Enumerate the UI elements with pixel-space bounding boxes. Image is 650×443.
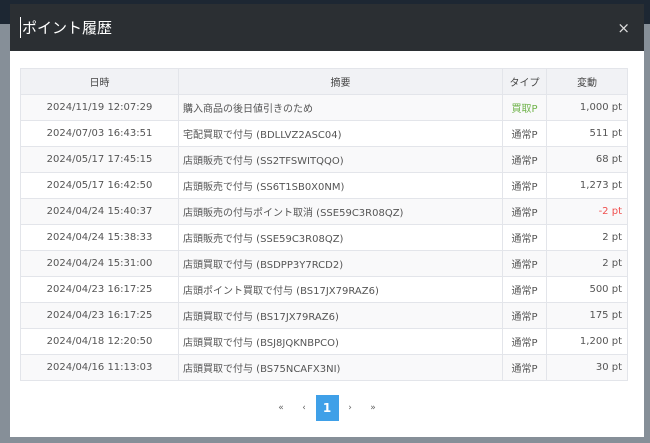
- summary-cell: 店頭販売の付与ポイント取消 (SSE59C3R08QZ): [178, 198, 503, 225]
- table-row: 2024/04/24 15:40:37 店頭販売の付与ポイント取消 (SSE59C…: [20, 198, 628, 225]
- date-cell: 2024/05/17 17:45:15: [20, 146, 179, 173]
- summary-cell: 店頭買取で付与 (BS17JX79RAZ6): [178, 302, 503, 329]
- date-cell: 2024/04/23 16:17:25: [20, 276, 179, 303]
- pagination: « ‹ 1 › »: [10, 395, 644, 421]
- summary-cell: 店頭販売で付与 (SS6T1SB0X0NM): [178, 172, 503, 199]
- table-row: 2024/04/24 15:31:00 店頭買取で付与 (BSDPP3Y7RCD2…: [20, 250, 628, 277]
- summary-cell: 購入商品の後日値引きのため: [178, 94, 503, 121]
- type-cell: 通常P: [502, 172, 547, 199]
- modal-header: ポイント履歴 ×: [10, 4, 644, 51]
- summary-cell: 宅配買取で付与 (BDLLVZ2ASC04): [178, 120, 503, 147]
- type-cell: 通常P: [502, 354, 547, 381]
- type-cell: 通常P: [502, 250, 547, 277]
- amount-cell: 30 pt: [546, 354, 628, 381]
- type-cell: 買取P: [502, 94, 547, 121]
- type-cell: 通常P: [502, 198, 547, 225]
- date-cell: 2024/04/24 15:31:00: [20, 250, 179, 277]
- point-history-modal: ポイント履歴 × 日時 摘要 タイプ 変動 2024/11/19 12:07:2…: [10, 4, 644, 437]
- point-history-table: 日時 摘要 タイプ 変動 2024/11/19 12:07:29 購入商品の後日値…: [20, 68, 628, 381]
- column-header-summary: 摘要: [178, 68, 503, 95]
- type-cell: 通常P: [502, 146, 547, 173]
- next-page-button[interactable]: ›: [339, 395, 362, 421]
- amount-cell: 175 pt: [546, 302, 628, 329]
- table-row: 2024/04/23 16:17:25 店頭買取で付与 (BS17JX79RAZ6…: [20, 302, 628, 329]
- amount-cell: 1,273 pt: [546, 172, 628, 199]
- date-cell: 2024/07/03 16:43:51: [20, 120, 179, 147]
- type-cell: 通常P: [502, 120, 547, 147]
- type-cell: 通常P: [502, 224, 547, 251]
- summary-cell: 店頭販売で付与 (SS2TFSWITQQO): [178, 146, 503, 173]
- summary-cell: 店頭ポイント買取で付与 (BS17JX79RAZ6): [178, 276, 503, 303]
- date-cell: 2024/04/23 16:17:25: [20, 302, 179, 329]
- table-row: 2024/05/17 16:42:50 店頭販売で付与 (SS6T1SB0X0NM…: [20, 172, 628, 199]
- amount-cell: 68 pt: [546, 146, 628, 173]
- table-row: 2024/07/03 16:43:51 宅配買取で付与 (BDLLVZ2ASC04…: [20, 120, 628, 147]
- amount-cell: 1,200 pt: [546, 328, 628, 355]
- last-page-button[interactable]: »: [362, 395, 385, 421]
- amount-cell: 2 pt: [546, 224, 628, 251]
- page-1-button[interactable]: 1: [315, 395, 339, 421]
- table-row: 2024/04/23 16:17:25 店頭ポイント買取で付与 (BS17JX79…: [20, 276, 628, 303]
- summary-cell: 店頭販売で付与 (SSE59C3R08QZ): [178, 224, 503, 251]
- summary-cell: 店頭買取で付与 (BSDPP3Y7RCD2): [178, 250, 503, 277]
- date-cell: 2024/04/18 12:20:50: [20, 328, 179, 355]
- type-cell: 通常P: [502, 328, 547, 355]
- prev-page-button[interactable]: ‹: [293, 395, 316, 421]
- amount-cell: 500 pt: [546, 276, 628, 303]
- table-row: 2024/04/16 11:13:03 店頭買取で付与 (BS75NCAFX3NI…: [20, 354, 628, 381]
- amount-cell: 1,000 pt: [546, 94, 628, 121]
- table-row: 2024/05/17 17:45:15 店頭販売で付与 (SS2TFSWITQQO…: [20, 146, 628, 173]
- column-header-date: 日時: [20, 68, 179, 95]
- table-row: 2024/04/24 15:38:33 店頭販売で付与 (SSE59C3R08QZ…: [20, 224, 628, 251]
- table-row: 2024/11/19 12:07:29 購入商品の後日値引きのため 買取P 1,000…: [20, 94, 628, 121]
- type-cell: 通常P: [502, 276, 547, 303]
- close-icon[interactable]: ×: [617, 19, 630, 37]
- date-cell: 2024/05/17 16:42:50: [20, 172, 179, 199]
- summary-cell: 店頭買取で付与 (BS75NCAFX3NI): [178, 354, 503, 381]
- column-header-type: タイプ: [502, 68, 547, 95]
- date-cell: 2024/04/24 15:40:37: [20, 198, 179, 225]
- date-cell: 2024/11/19 12:07:29: [20, 94, 179, 121]
- modal-title: ポイント履歴: [20, 17, 113, 38]
- amount-cell: 511 pt: [546, 120, 628, 147]
- type-cell: 通常P: [502, 302, 547, 329]
- column-header-amount: 変動: [546, 68, 628, 95]
- amount-cell: 2 pt: [546, 250, 628, 277]
- date-cell: 2024/04/24 15:38:33: [20, 224, 179, 251]
- first-page-button[interactable]: «: [270, 395, 293, 421]
- summary-cell: 店頭買取で付与 (BSJ8JQKNBPCO): [178, 328, 503, 355]
- date-cell: 2024/04/16 11:13:03: [20, 354, 179, 381]
- amount-cell: -2 pt: [546, 198, 628, 225]
- table-row: 2024/04/18 12:20:50 店頭買取で付与 (BSJ8JQKNBPCO…: [20, 328, 628, 355]
